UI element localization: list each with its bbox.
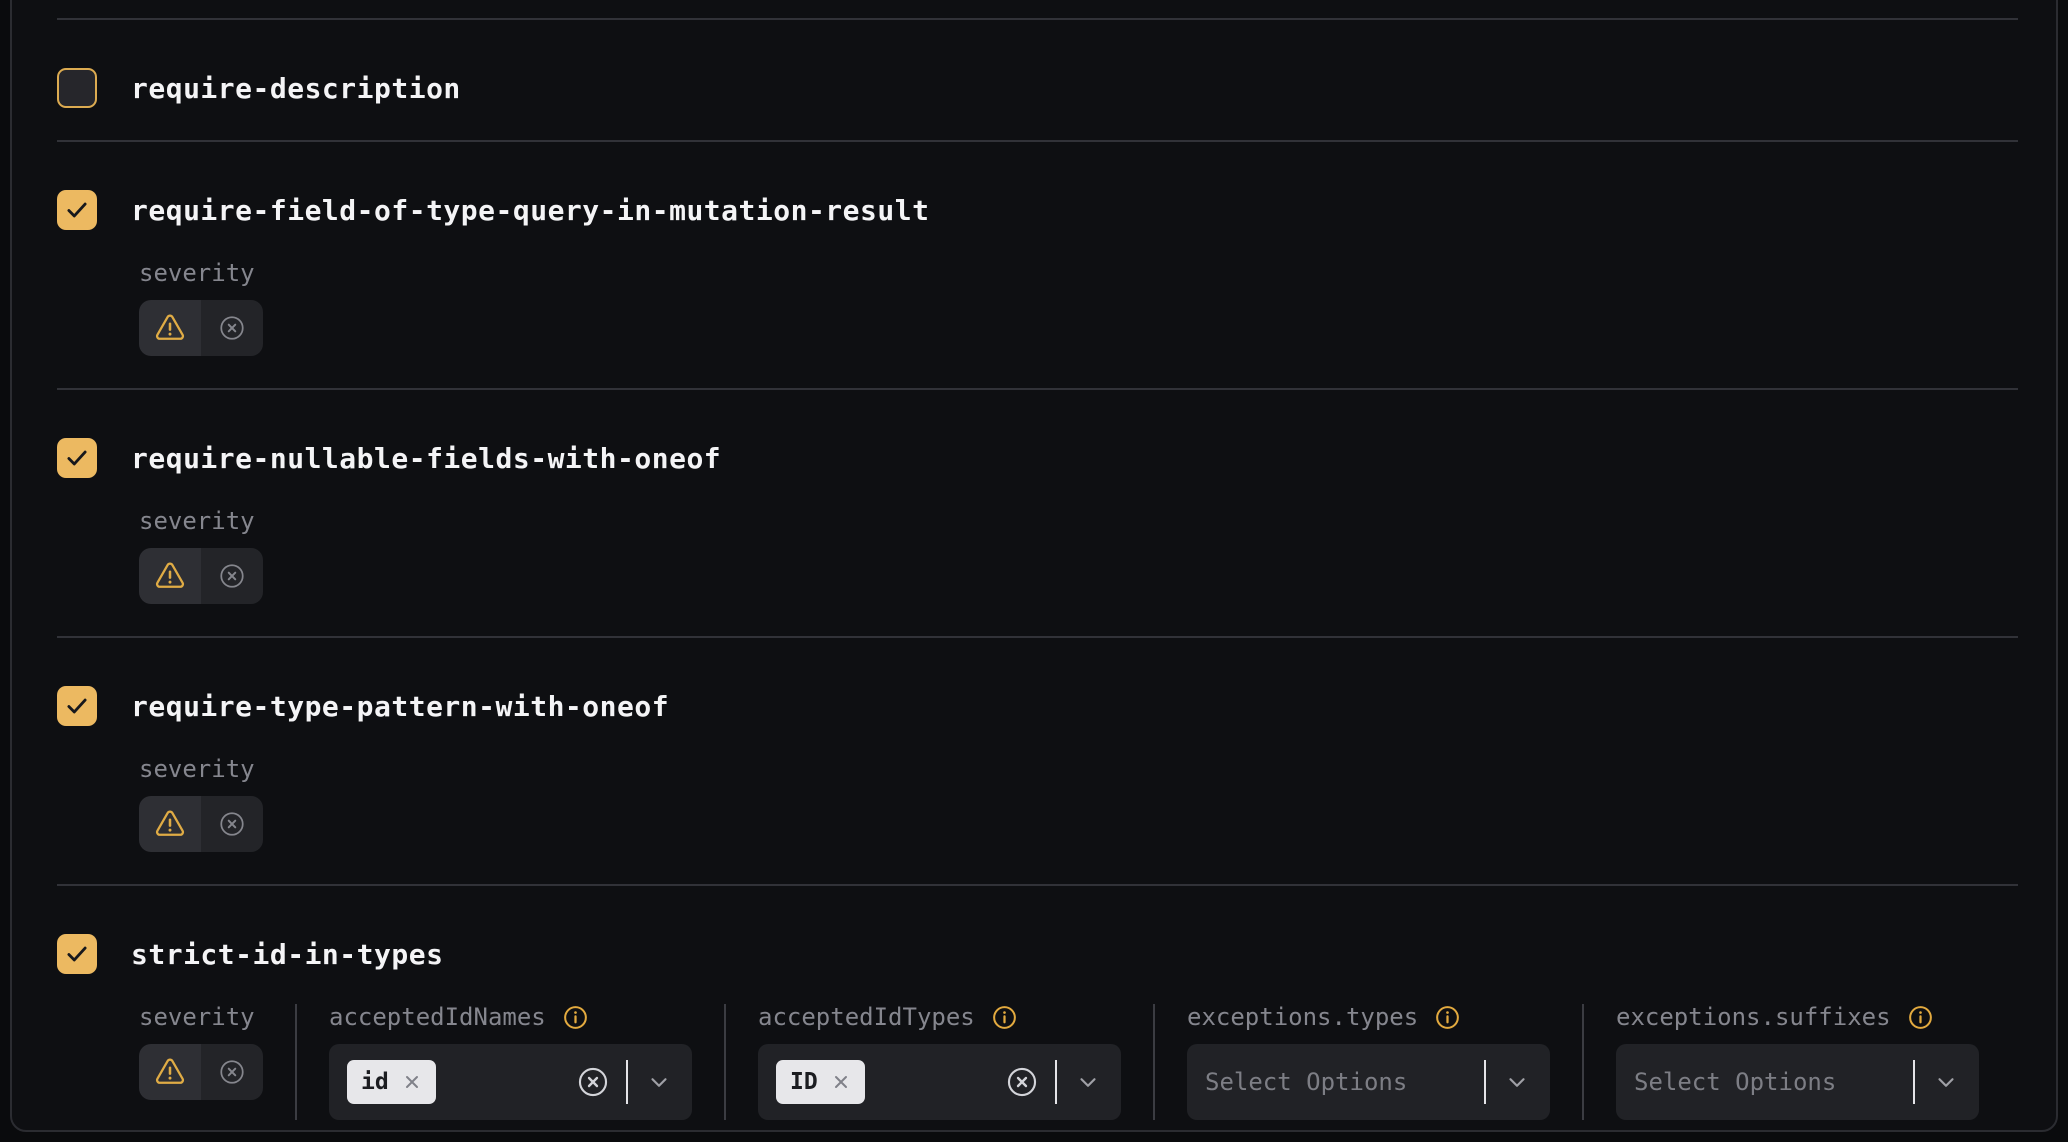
- checkmark-icon: [64, 445, 90, 471]
- checkmark-icon: [64, 941, 90, 967]
- clear-all-icon[interactable]: [576, 1065, 610, 1099]
- rule-checkbox-checked[interactable]: [57, 438, 97, 478]
- option-group-acceptedIdTypes: acceptedIdTypes ID: [758, 1002, 1121, 1120]
- severity-off-button[interactable]: [201, 300, 263, 356]
- rule-row: require-nullable-fields-with-oneof sever…: [57, 388, 2018, 636]
- circle-x-icon: [218, 1058, 246, 1086]
- option-label: acceptedIdNames: [329, 1003, 546, 1031]
- rule-title: require-type-pattern-with-oneof: [131, 690, 669, 723]
- warning-icon: [154, 312, 186, 344]
- rule-title: require-nullable-fields-with-oneof: [131, 442, 721, 475]
- severity-group: severity: [139, 258, 263, 356]
- multiselect-acceptedIdTypes[interactable]: ID: [758, 1044, 1121, 1120]
- severity-group: severity: [139, 1002, 263, 1120]
- rule-header: require-field-of-type-query-in-mutation-…: [57, 190, 2018, 230]
- rule-title: require-description: [131, 72, 461, 105]
- severity-label: severity: [139, 507, 255, 535]
- chevron-down-icon[interactable]: [646, 1069, 672, 1095]
- selected-tag: id: [347, 1060, 436, 1104]
- select-separator: [1484, 1060, 1486, 1104]
- rule-row: require-field-of-type-query-in-mutation-…: [57, 140, 2018, 388]
- group-divider: [1153, 1004, 1155, 1120]
- circle-x-icon: [218, 314, 246, 342]
- group-divider: [1582, 1004, 1584, 1120]
- severity-warn-button[interactable]: [139, 300, 201, 356]
- warning-icon: [154, 808, 186, 840]
- circle-x-icon: [218, 810, 246, 838]
- rule-row: require-description: [57, 18, 2018, 140]
- select-placeholder: Select Options: [1634, 1068, 1836, 1096]
- remove-tag-icon[interactable]: [831, 1072, 851, 1092]
- rule-config: severity: [139, 258, 2018, 356]
- lint-rules-panel: require-description require-field-of-typ…: [10, 0, 2058, 1132]
- info-icon[interactable]: [1434, 1004, 1461, 1031]
- rule-config: severity: [139, 754, 2018, 852]
- clear-all-icon[interactable]: [1005, 1065, 1039, 1099]
- select-separator: [626, 1060, 628, 1104]
- select-separator: [1913, 1060, 1915, 1104]
- rule-row: strict-id-in-types severity: [57, 884, 2018, 1142]
- selected-tag: ID: [776, 1060, 865, 1104]
- info-icon[interactable]: [1907, 1004, 1934, 1031]
- severity-toggle: [139, 300, 263, 356]
- severity-off-button[interactable]: [201, 548, 263, 604]
- severity-warn-button[interactable]: [139, 548, 201, 604]
- option-label: acceptedIdTypes: [758, 1003, 975, 1031]
- severity-label: severity: [139, 755, 255, 783]
- group-divider: [295, 1004, 297, 1120]
- chevron-down-icon[interactable]: [1504, 1069, 1530, 1095]
- multiselect-exceptions-types[interactable]: Select Options: [1187, 1044, 1550, 1120]
- option-label: exceptions.suffixes: [1616, 1003, 1891, 1031]
- tag-label: id: [361, 1069, 389, 1095]
- chevron-down-icon[interactable]: [1933, 1069, 1959, 1095]
- severity-warn-button[interactable]: [139, 1044, 201, 1100]
- rule-header: strict-id-in-types: [57, 934, 2018, 974]
- rule-title: require-field-of-type-query-in-mutation-…: [131, 194, 929, 227]
- rule-checkbox-checked[interactable]: [57, 686, 97, 726]
- severity-off-button[interactable]: [201, 1044, 263, 1100]
- rule-config: severity acceptedIdNames: [139, 1002, 2018, 1120]
- circle-x-icon: [218, 562, 246, 590]
- severity-group: severity: [139, 754, 263, 852]
- rule-config: severity: [139, 506, 2018, 604]
- severity-label: severity: [139, 259, 255, 287]
- severity-label: severity: [139, 1003, 255, 1031]
- severity-group: severity: [139, 506, 263, 604]
- rule-header: require-description: [57, 68, 2018, 108]
- severity-toggle: [139, 1044, 263, 1100]
- group-divider: [724, 1004, 726, 1120]
- rule-header: require-nullable-fields-with-oneof: [57, 438, 2018, 478]
- select-separator: [1055, 1060, 1057, 1104]
- rule-checkbox-unchecked[interactable]: [57, 68, 97, 108]
- option-group-exceptions-types: exceptions.types Select Options: [1187, 1002, 1550, 1120]
- warning-icon: [154, 560, 186, 592]
- multiselect-acceptedIdNames[interactable]: id: [329, 1044, 692, 1120]
- rule-header: require-type-pattern-with-oneof: [57, 686, 2018, 726]
- multiselect-exceptions-suffixes[interactable]: Select Options: [1616, 1044, 1979, 1120]
- checkmark-icon: [64, 693, 90, 719]
- remove-tag-icon[interactable]: [402, 1072, 422, 1092]
- rule-checkbox-checked[interactable]: [57, 934, 97, 974]
- option-group-exceptions-suffixes: exceptions.suffixes Select Options: [1616, 1002, 1979, 1120]
- checkmark-icon: [64, 197, 90, 223]
- rule-title: strict-id-in-types: [131, 938, 443, 971]
- info-icon[interactable]: [562, 1004, 589, 1031]
- info-icon[interactable]: [991, 1004, 1018, 1031]
- severity-toggle: [139, 548, 263, 604]
- severity-off-button[interactable]: [201, 796, 263, 852]
- rule-row: require-type-pattern-with-oneof severity: [57, 636, 2018, 884]
- select-placeholder: Select Options: [1205, 1068, 1407, 1096]
- severity-toggle: [139, 796, 263, 852]
- severity-warn-button[interactable]: [139, 796, 201, 852]
- chevron-down-icon[interactable]: [1075, 1069, 1101, 1095]
- option-label: exceptions.types: [1187, 1003, 1418, 1031]
- tag-label: ID: [790, 1069, 818, 1095]
- rule-checkbox-checked[interactable]: [57, 190, 97, 230]
- warning-icon: [154, 1056, 186, 1088]
- option-group-acceptedIdNames: acceptedIdNames id: [329, 1002, 692, 1120]
